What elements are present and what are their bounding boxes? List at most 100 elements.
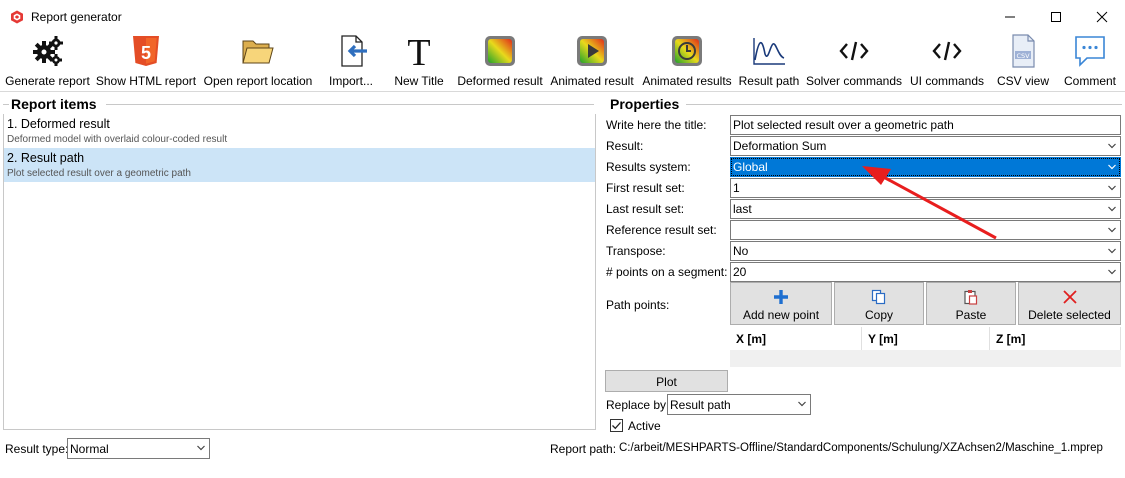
delete-x-icon <box>1062 290 1077 304</box>
transpose-select[interactable]: No <box>730 241 1121 261</box>
plus-icon <box>774 290 788 304</box>
title-input-value: Plot selected result over a geometric pa… <box>733 118 954 132</box>
active-checkbox[interactable] <box>610 419 623 432</box>
show-html-report-button[interactable]: 5 Show HTML report <box>95 34 197 90</box>
path-points-table[interactable]: X [m] Y [m] Z [m] <box>730 327 1121 367</box>
last-result-set-label: Last result set: <box>606 202 685 216</box>
results-system-select[interactable]: Global <box>730 157 1121 177</box>
animated-results-button[interactable]: Animated results <box>640 34 734 90</box>
group-frame-line <box>3 104 9 105</box>
title-input[interactable]: Plot selected result over a geometric pa… <box>730 115 1121 135</box>
import-label: Import... <box>328 74 373 88</box>
report-items-list[interactable]: 1. Deformed result Deformed model with o… <box>3 114 596 430</box>
maximize-button[interactable] <box>1033 0 1079 34</box>
points-on-segment-label: # points on a segment: <box>606 265 728 279</box>
chevron-down-icon <box>1108 248 1116 254</box>
checkmark-icon <box>612 422 621 430</box>
copy-button[interactable]: Copy <box>834 282 924 325</box>
comment-icon <box>1073 34 1107 68</box>
delete-selected-button[interactable]: Delete selected <box>1018 282 1121 325</box>
solver-commands-label: Solver commands <box>805 74 903 88</box>
points-on-segment-value: 20 <box>733 265 747 279</box>
csv-file-icon: CSV <box>1006 34 1040 68</box>
ui-commands-label: UI commands <box>909 74 985 88</box>
toolbar-divider <box>0 91 1125 92</box>
solver-commands-button[interactable]: Solver commands <box>804 34 904 90</box>
report-item-subtitle: Plot selected result over a geometric pa… <box>7 168 191 179</box>
import-button[interactable]: Import... <box>324 34 378 90</box>
code-icon <box>837 34 871 68</box>
result-label: Result: <box>606 139 644 153</box>
add-new-point-label: Add new point <box>742 308 820 322</box>
animated-result-icon <box>575 34 609 68</box>
import-icon <box>334 34 368 68</box>
result-path-button[interactable]: Result path <box>737 34 801 90</box>
results-system-value: Global <box>733 160 768 174</box>
last-result-set-value: last <box>733 202 752 216</box>
report-items-panel: Report items 1. Deformed result Deformed… <box>0 94 597 434</box>
properties-panel: Properties Write here the title: Plot se… <box>600 94 1125 439</box>
animated-result-button[interactable]: Animated result <box>548 34 636 90</box>
deformed-result-button[interactable]: Deformed result <box>455 34 545 90</box>
title-label: Write here the title: <box>606 118 707 132</box>
result-type-select[interactable]: Normal <box>67 438 210 459</box>
svg-text:T: T <box>407 34 430 68</box>
toolbar: Generate report 5 Show HTML report Open … <box>0 34 1125 90</box>
result-select[interactable]: Deformation Sum <box>730 136 1121 156</box>
close-icon <box>1096 11 1108 23</box>
result-select-value: Deformation Sum <box>733 139 827 153</box>
transpose-value: No <box>733 244 749 258</box>
paste-icon <box>964 290 978 305</box>
column-header-z[interactable]: Z [m] <box>990 327 1121 350</box>
code-icon <box>930 34 964 68</box>
folder-icon <box>241 34 275 68</box>
copy-icon <box>871 289 886 305</box>
last-result-set-select[interactable]: last <box>730 199 1121 219</box>
replace-by-value: Result path <box>670 398 731 412</box>
gears-icon <box>31 34 65 68</box>
comment-button[interactable]: Comment <box>1059 34 1121 90</box>
close-button[interactable] <box>1079 0 1125 34</box>
delete-selected-label: Delete selected <box>1028 308 1111 322</box>
chevron-down-icon <box>1108 227 1116 233</box>
plot-button[interactable]: Plot <box>605 370 728 392</box>
generate-report-label: Generate report <box>5 74 90 88</box>
open-report-location-button[interactable]: Open report location <box>201 34 315 90</box>
properties-header: Properties <box>610 96 680 112</box>
reference-result-set-select[interactable] <box>730 220 1121 240</box>
points-on-segment-select[interactable]: 20 <box>730 262 1121 282</box>
paste-button[interactable]: Paste <box>926 282 1016 325</box>
column-header-x[interactable]: X [m] <box>730 327 862 350</box>
column-header-y[interactable]: Y [m] <box>862 327 990 350</box>
minimize-button[interactable] <box>987 0 1033 34</box>
animated-result-label: Animated result <box>550 74 634 88</box>
paste-label: Paste <box>955 308 987 322</box>
result-type-label: Result type: <box>5 442 69 456</box>
comment-label: Comment <box>1063 74 1116 88</box>
plot-label: Plot <box>656 375 677 389</box>
add-new-point-button[interactable]: Add new point <box>730 282 832 325</box>
ui-commands-button[interactable]: UI commands <box>907 34 987 90</box>
report-item-deformed-result[interactable]: 1. Deformed result Deformed model with o… <box>4 114 595 148</box>
csv-view-button[interactable]: CSV CSV view <box>993 34 1053 90</box>
window-title: Report generator <box>31 10 122 24</box>
group-frame-line <box>106 104 594 105</box>
deformed-result-icon <box>483 34 517 68</box>
report-item-subtitle: Deformed model with overlaid colour-code… <box>7 134 228 145</box>
first-result-set-select[interactable]: 1 <box>730 178 1121 198</box>
replace-by-select[interactable]: Result path <box>667 394 811 415</box>
title-bar: Report generator <box>0 0 1125 34</box>
first-result-set-label: First result set: <box>606 181 685 195</box>
svg-text:5: 5 <box>141 43 151 63</box>
generate-report-button[interactable]: Generate report <box>5 34 90 90</box>
report-item-result-path[interactable]: 2. Result path Plot selected result over… <box>4 148 595 182</box>
reference-result-set-label: Reference result set: <box>606 223 717 237</box>
group-frame-line <box>686 104 1122 105</box>
animated-results-icon <box>670 34 704 68</box>
html5-icon: 5 <box>129 34 163 68</box>
title-t-icon: T <box>402 34 436 68</box>
new-title-button[interactable]: T New Title <box>390 34 448 90</box>
minimize-icon <box>1005 16 1015 18</box>
chevron-down-icon <box>1108 164 1116 170</box>
chevron-down-icon <box>1108 143 1116 149</box>
